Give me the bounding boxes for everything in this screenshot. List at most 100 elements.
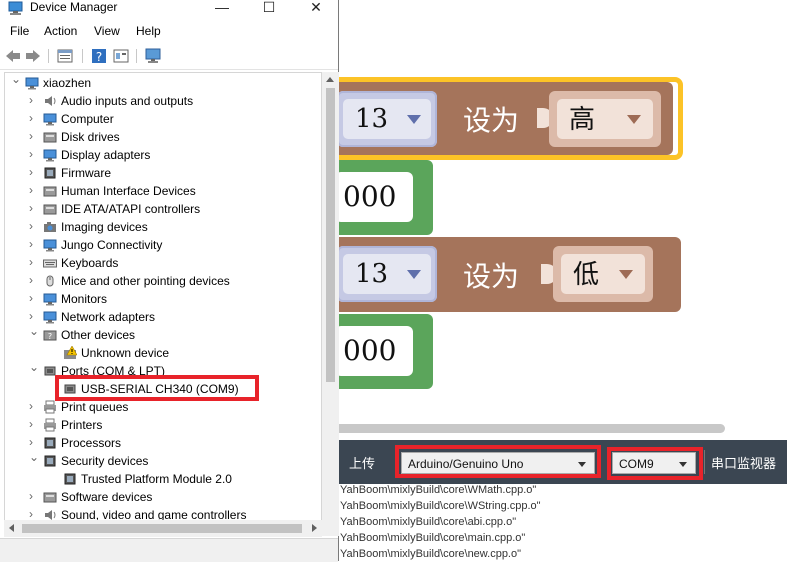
tree-category[interactable]: › Monitors bbox=[5, 290, 321, 308]
maximize-button[interactable]: ☐ bbox=[259, 0, 279, 16]
tree-category[interactable]: › Audio inputs and outputs bbox=[5, 92, 321, 110]
scan-hardware-icon[interactable] bbox=[144, 47, 162, 65]
status-bar bbox=[0, 538, 338, 562]
tree-vertical-scrollbar[interactable] bbox=[322, 72, 339, 536]
disk-drive-icon bbox=[43, 132, 57, 143]
tree-category[interactable]: › Mice and other pointing devices bbox=[5, 272, 321, 290]
collapse-chevron-icon[interactable]: ⌄ bbox=[29, 325, 39, 337]
expand-chevron-icon[interactable]: › bbox=[29, 418, 37, 430]
device-tree[interactable]: ⌄ xiaozhen › Audio inputs and outputs › Compu… bbox=[4, 72, 322, 536]
tree-category[interactable]: › Display adapters bbox=[5, 146, 321, 164]
menu-action[interactable]: Action bbox=[44, 24, 77, 38]
expand-chevron-icon[interactable]: › bbox=[29, 148, 37, 160]
tree-item-label: Mice and other pointing devices bbox=[61, 274, 230, 288]
expand-chevron-icon[interactable]: › bbox=[29, 184, 37, 196]
processor-icon bbox=[44, 437, 56, 449]
scroll-up-icon[interactable] bbox=[326, 77, 334, 82]
digital-write-block-low[interactable]: 13 设为 低 bbox=[335, 237, 681, 312]
pin-dropdown-1[interactable]: 13 bbox=[337, 91, 437, 147]
tree-category[interactable]: › Computer bbox=[5, 110, 321, 128]
expand-chevron-icon[interactable]: › bbox=[29, 292, 37, 304]
tree-item-label: Disk drives bbox=[61, 130, 120, 144]
expand-chevron-icon[interactable]: › bbox=[29, 256, 37, 268]
delay-value-field-2[interactable]: 000 bbox=[335, 326, 413, 376]
tree-category[interactable]: › Imaging devices bbox=[5, 218, 321, 236]
expand-chevron-icon[interactable]: › bbox=[29, 274, 37, 286]
tree-category[interactable]: › Jungo Connectivity bbox=[5, 236, 321, 254]
expand-chevron-icon[interactable]: › bbox=[29, 508, 37, 520]
properties-icon[interactable] bbox=[56, 47, 74, 65]
close-button[interactable]: ✕ bbox=[306, 0, 326, 16]
serial-monitor-button[interactable]: 串口监视器 bbox=[711, 453, 776, 472]
scroll-left-icon[interactable] bbox=[9, 524, 14, 532]
workspace-horizontal-scrollbar[interactable] bbox=[335, 424, 725, 433]
forward-arrow-icon[interactable] bbox=[24, 47, 42, 65]
delay-block-2[interactable]: 000 bbox=[335, 314, 433, 389]
tree-category[interactable]: › Firmware bbox=[5, 164, 321, 182]
upload-button[interactable]: 上传 bbox=[349, 453, 375, 472]
speaker-icon bbox=[45, 96, 56, 106]
tree-category[interactable]: › Disk drives bbox=[5, 128, 321, 146]
pin-dropdown-2[interactable]: 13 bbox=[337, 246, 437, 302]
digital-write-block-high[interactable]: 13 设为 高 bbox=[335, 82, 673, 155]
minimize-button[interactable]: — bbox=[212, 0, 232, 16]
menu-view[interactable]: View bbox=[94, 24, 120, 38]
delay-block-1[interactable]: 000 bbox=[335, 160, 433, 235]
scroll-right-icon[interactable] bbox=[312, 524, 317, 532]
device-manager-app-icon bbox=[8, 1, 23, 15]
view-resources-icon[interactable] bbox=[112, 47, 130, 65]
expand-chevron-icon[interactable]: › bbox=[29, 310, 37, 322]
expand-chevron-icon[interactable]: › bbox=[29, 202, 37, 214]
dropdown-arrow-icon bbox=[407, 270, 421, 279]
expand-chevron-icon[interactable]: › bbox=[29, 166, 37, 178]
tree-item-label: Printers bbox=[61, 418, 103, 432]
expand-chevron-icon[interactable]: › bbox=[29, 112, 37, 124]
tree-item-label: Processors bbox=[61, 436, 122, 450]
unknown-device-warning-icon bbox=[64, 346, 77, 359]
tree-category[interactable]: › Keyboards bbox=[5, 254, 321, 272]
menu-help[interactable]: Help bbox=[136, 24, 161, 38]
collapse-chevron-icon[interactable]: ⌄ bbox=[29, 451, 39, 463]
pin-value-1: 13 bbox=[355, 104, 389, 134]
tree-category[interactable]: › Printers bbox=[5, 416, 321, 434]
expand-chevron-icon[interactable]: › bbox=[29, 238, 37, 250]
keyboard-icon bbox=[43, 259, 57, 268]
title-bar[interactable]: Device Manager — ☐ ✕ bbox=[0, 0, 338, 17]
dropdown-arrow-icon bbox=[619, 270, 633, 279]
tree-root-computer[interactable]: ⌄ xiaozhen bbox=[5, 73, 321, 92]
collapse-chevron-icon[interactable]: ⌄ bbox=[29, 361, 39, 373]
security-device-icon bbox=[44, 455, 56, 467]
expand-chevron-icon[interactable]: › bbox=[29, 490, 37, 502]
help-icon[interactable]: ? bbox=[90, 47, 108, 65]
tree-category[interactable]: › Software devices bbox=[5, 488, 321, 506]
tree-category[interactable]: › Human Interface Devices bbox=[5, 182, 321, 200]
mixly-workspace[interactable]: 13 设为 高 000 13 设为 低 000 上传 Arduino/Genui… bbox=[335, 0, 787, 561]
expand-chevron-icon[interactable]: › bbox=[29, 220, 37, 232]
expand-chevron-icon[interactable]: › bbox=[29, 94, 37, 106]
tree-device[interactable]: Trusted Platform Module 2.0 bbox=[5, 470, 321, 488]
console-line: YahBoom\mixlyBuild\core\abi.cpp.o" bbox=[340, 516, 517, 528]
horizontal-scroll-thumb[interactable] bbox=[22, 524, 302, 533]
value-dropdown-2[interactable]: 低 bbox=[553, 246, 653, 302]
collapse-chevron-icon[interactable]: ⌄ bbox=[11, 73, 21, 85]
ide-controller-icon bbox=[43, 204, 57, 215]
tree-item-label: Firmware bbox=[61, 166, 111, 180]
tree-category[interactable]: › Processors bbox=[5, 434, 321, 452]
menu-file[interactable]: File bbox=[10, 24, 29, 38]
toolbar: ? bbox=[0, 43, 338, 70]
tree-category[interactable]: › Network adapters bbox=[5, 308, 321, 326]
tree-category[interactable]: ⌄ Security devices bbox=[5, 451, 321, 470]
value-dropdown-1[interactable]: 高 bbox=[549, 91, 661, 147]
svg-text:?: ? bbox=[48, 332, 52, 341]
tree-category[interactable]: ⌄? Other devices bbox=[5, 325, 321, 344]
tree-category[interactable]: › IDE ATA/ATAPI controllers bbox=[5, 200, 321, 218]
vertical-scroll-thumb[interactable] bbox=[326, 88, 335, 382]
tree-device[interactable]: Unknown device bbox=[5, 344, 321, 362]
delay-value-field-1[interactable]: 000 bbox=[335, 172, 413, 222]
expand-chevron-icon[interactable]: › bbox=[29, 436, 37, 448]
expand-chevron-icon[interactable]: › bbox=[29, 130, 37, 142]
tree-horizontal-scrollbar[interactable] bbox=[4, 520, 322, 537]
console-line: YahBoom\mixlyBuild\core\main.cpp.o" bbox=[340, 532, 526, 544]
back-arrow-icon[interactable] bbox=[4, 47, 22, 65]
expand-chevron-icon[interactable]: › bbox=[29, 400, 37, 412]
